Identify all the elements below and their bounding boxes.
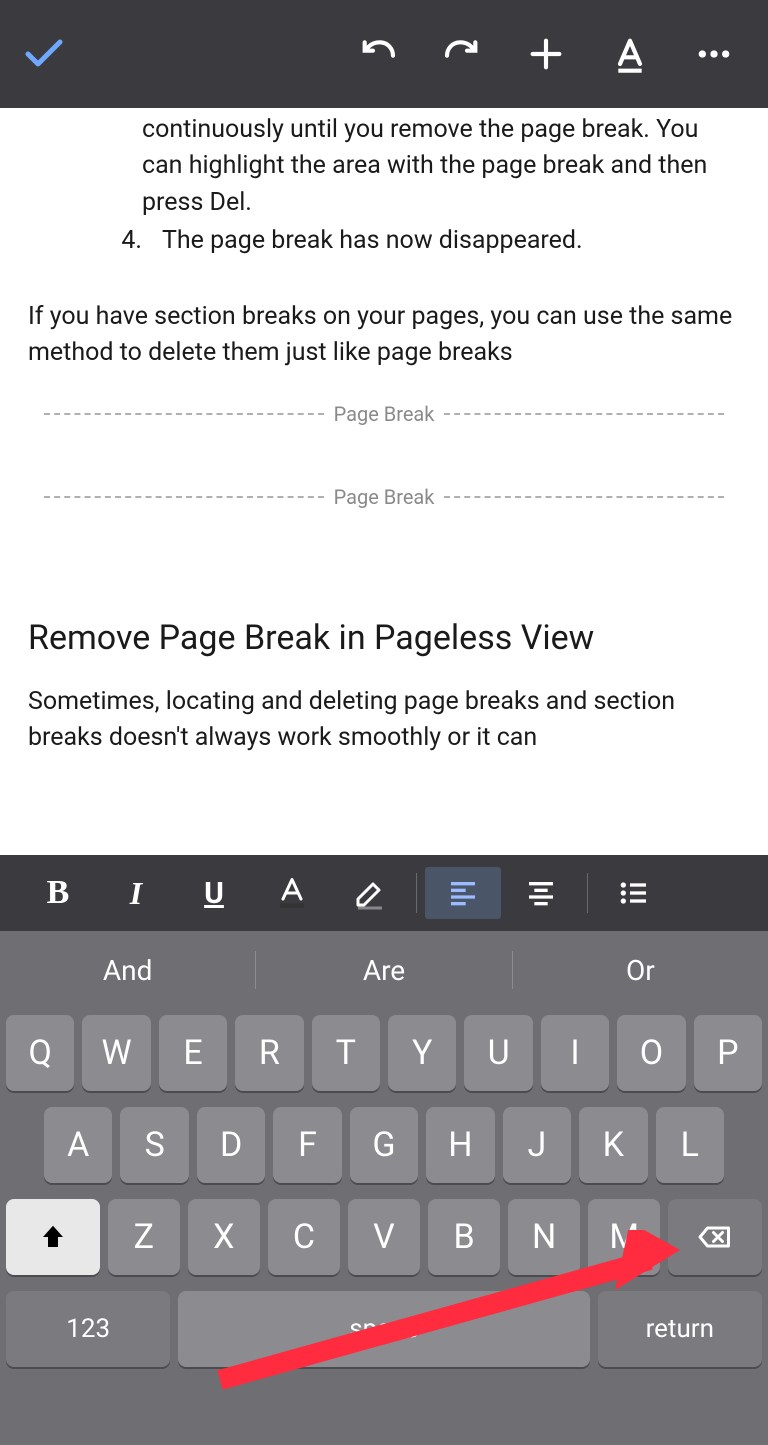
add-button[interactable] <box>526 34 566 74</box>
page-break-indicator: Page Break <box>44 400 724 429</box>
undo-icon <box>358 34 398 74</box>
list-item-text: The page break has now disappeared. <box>162 223 740 259</box>
key-j[interactable]: J <box>503 1107 571 1183</box>
backspace-key[interactable] <box>668 1199 762 1275</box>
key-m[interactable]: M <box>588 1199 660 1275</box>
bullet-list-icon <box>618 877 650 909</box>
italic-button[interactable]: I <box>98 867 174 919</box>
text-format-icon <box>610 34 650 74</box>
key-g[interactable]: G <box>350 1107 418 1183</box>
list-item-4: 4. The page break has now disappeared. <box>28 223 740 259</box>
text-color-icon <box>274 875 310 911</box>
key-n[interactable]: N <box>508 1199 580 1275</box>
keyboard-suggestions: And Are Or <box>0 931 768 1009</box>
key-y[interactable]: Y <box>388 1015 456 1091</box>
key-w[interactable]: W <box>82 1015 150 1091</box>
key-l[interactable]: L <box>656 1107 724 1183</box>
underline-icon: U <box>204 876 224 911</box>
suggestion-2[interactable]: Are <box>256 954 511 987</box>
key-a[interactable]: A <box>44 1107 112 1183</box>
align-center-icon <box>525 877 557 909</box>
format-toolbar: B I U <box>0 855 768 931</box>
key-c[interactable]: C <box>268 1199 340 1275</box>
key-t[interactable]: T <box>312 1015 380 1091</box>
bullet-list-button[interactable] <box>596 867 672 919</box>
more-horizontal-icon <box>694 34 734 74</box>
checkmark-icon <box>20 30 68 78</box>
key-i[interactable]: I <box>541 1015 609 1091</box>
key-v[interactable]: V <box>348 1199 420 1275</box>
key-d[interactable]: D <box>197 1107 265 1183</box>
align-left-button[interactable] <box>425 867 501 919</box>
keyboard-row-1: Q W E R T Y U I O P <box>6 1015 762 1091</box>
key-h[interactable]: H <box>426 1107 494 1183</box>
page-break-label: Page Break <box>324 400 445 429</box>
backspace-icon <box>697 1219 733 1255</box>
text-format-button[interactable] <box>610 34 650 74</box>
return-key[interactable]: return <box>598 1291 762 1367</box>
key-b[interactable]: B <box>428 1199 500 1275</box>
document-content[interactable]: continuously until you remove the page b… <box>0 108 768 855</box>
align-left-icon <box>447 877 479 909</box>
top-toolbar <box>0 0 768 108</box>
italic-icon: I <box>130 875 142 912</box>
body-paragraph-2: Sometimes, locating and deleting page br… <box>28 684 740 757</box>
toolbar-separator <box>416 873 417 913</box>
bold-button[interactable]: B <box>20 867 96 919</box>
key-r[interactable]: R <box>235 1015 303 1091</box>
redo-button[interactable] <box>442 34 482 74</box>
shift-icon <box>38 1222 68 1252</box>
suggestion-3[interactable]: Or <box>513 954 768 987</box>
keyboard-row-4: 123 space return <box>6 1291 762 1367</box>
key-q[interactable]: Q <box>6 1015 74 1091</box>
list-number: 4. <box>28 223 162 259</box>
key-o[interactable]: O <box>617 1015 685 1091</box>
key-u[interactable]: U <box>464 1015 532 1091</box>
text-color-button[interactable] <box>254 867 330 919</box>
key-e[interactable]: E <box>159 1015 227 1091</box>
plus-icon <box>526 34 566 74</box>
key-p[interactable]: P <box>694 1015 762 1091</box>
done-checkmark-button[interactable] <box>20 30 68 78</box>
shift-key[interactable] <box>6 1199 100 1275</box>
undo-button[interactable] <box>358 34 398 74</box>
key-s[interactable]: S <box>120 1107 188 1183</box>
keyboard-row-2: A S D F G H J K L <box>6 1107 762 1183</box>
highlight-icon <box>352 875 388 911</box>
suggestion-1[interactable]: And <box>0 954 255 987</box>
list-item-3-partial: continuously until you remove the page b… <box>28 108 740 221</box>
virtual-keyboard: And Are Or Q W E R T Y U I O P A S D F G… <box>0 931 768 1445</box>
space-key[interactable]: space <box>178 1291 589 1367</box>
align-center-button[interactable] <box>503 867 579 919</box>
body-paragraph: If you have section breaks on your pages… <box>28 299 740 372</box>
more-button[interactable] <box>694 34 734 74</box>
section-heading: Remove Page Break in Pageless View <box>28 616 740 660</box>
highlight-button[interactable] <box>332 867 408 919</box>
toolbar-separator <box>587 873 588 913</box>
keyboard-row-3: Z X C V B N M <box>6 1199 762 1275</box>
underline-button[interactable]: U <box>176 867 252 919</box>
bold-icon: B <box>47 874 70 912</box>
numeric-key[interactable]: 123 <box>6 1291 170 1367</box>
page-break-label: Page Break <box>324 483 445 512</box>
redo-icon <box>442 34 482 74</box>
page-break-indicator: Page Break <box>44 483 724 512</box>
key-z[interactable]: Z <box>108 1199 180 1275</box>
key-f[interactable]: F <box>273 1107 341 1183</box>
key-k[interactable]: K <box>579 1107 647 1183</box>
key-x[interactable]: X <box>188 1199 260 1275</box>
